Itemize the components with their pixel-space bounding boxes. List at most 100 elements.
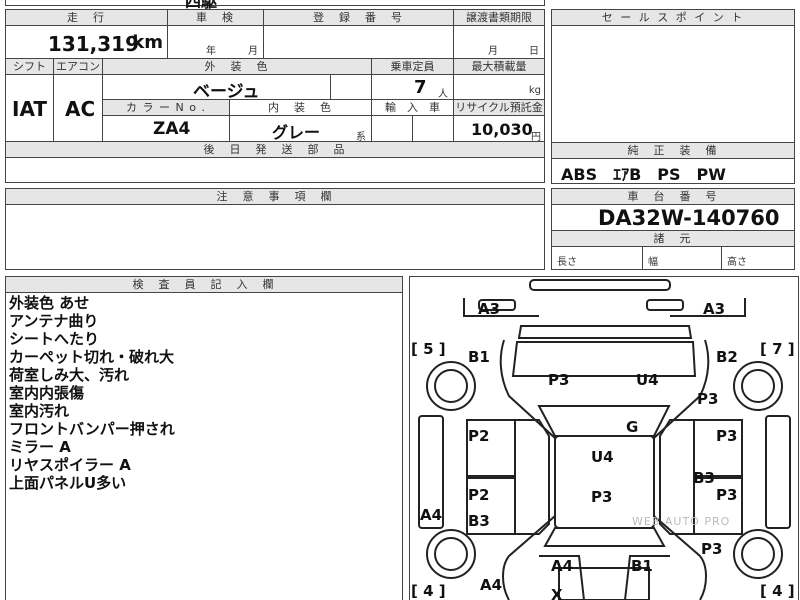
inspector-note: 室内内張傷 (9, 384, 85, 402)
inspector-note: リヤスポイラー A (9, 456, 131, 474)
chassis-value: DA32W-140760 (598, 206, 780, 230)
damage-mark: G (626, 418, 639, 436)
damage-mark: P3 (716, 427, 738, 445)
damage-mark: B2 (716, 348, 738, 366)
import-cell-1 (371, 115, 413, 142)
transfer-cell: 月 日 (453, 25, 545, 59)
damage-mark: U4 (636, 371, 659, 389)
exterior-color-header: 外 装 色 (102, 58, 372, 75)
sales-point-cell (551, 25, 795, 143)
damage-mark: A4 (480, 576, 503, 594)
damage-mark: A3 (478, 300, 501, 318)
inspector-note: カーペット切れ・破れ大 (9, 348, 175, 366)
tire-bracket: [ 5 ] (411, 340, 446, 358)
damage-mark: X (551, 586, 563, 600)
damage-mark: P3 (697, 390, 719, 408)
equipment-header: 純 正 装 備 (551, 142, 795, 159)
import-header: 輸 入 車 (371, 99, 454, 116)
shift-value: IAT (12, 97, 48, 121)
transfer-day: 日 (529, 46, 539, 57)
tire-bracket: [ 4 ] (411, 582, 446, 600)
exterior-color-cell: ベージュ (102, 74, 331, 102)
interior-color-cell: グレー 系 (229, 115, 372, 143)
aircon-value: AC (65, 97, 96, 121)
max-load-cell: kg (453, 74, 545, 100)
mileage-value: 131,319 (47, 32, 139, 56)
shift-cell: IAT (5, 74, 54, 142)
chassis-cell: DA32W-140760 (551, 204, 795, 231)
color-no-cell: ZA4 (102, 115, 230, 142)
inspector-note: シートへたり (9, 330, 100, 348)
transfer-month: 月 (488, 46, 498, 57)
dimensions-height-cell: 高さ (721, 246, 795, 270)
tire-bracket: [ 7 ] (760, 340, 795, 358)
watermark: WEB AUTO PRO (632, 515, 731, 528)
registration-header: 登 録 番 号 (263, 9, 454, 26)
inspector-header: 検 査 員 記 入 欄 (5, 276, 403, 293)
damage-mark: P3 (591, 488, 613, 506)
capacity-value: 7 (414, 77, 427, 98)
later-parts-header: 後 日 発 送 部 品 (5, 141, 545, 158)
equipment-value: ABS ｴｱB PS PW (561, 165, 726, 184)
damage-mark: A4 (420, 506, 443, 524)
inspector-cell: 外装色 あせ アンテナ曲り シートへたり カーペット切れ・破れ大 荷室しみ大、汚… (5, 292, 403, 600)
later-parts-cell (5, 157, 545, 183)
dimensions-header: 諸 元 (551, 230, 795, 247)
transfer-header: 譲渡書類期限 (453, 9, 545, 26)
damage-mark: P2 (468, 427, 490, 445)
recycle-cell: 10,030 円 (453, 115, 545, 143)
capacity-cell: 7 人 (371, 74, 454, 100)
shaken-year: 年 (206, 46, 216, 57)
aircon-cell: AC (53, 74, 103, 142)
inspector-note: フロントバンパー押され (9, 420, 175, 438)
damage-mark: B3 (693, 469, 715, 487)
capacity-unit: 人 (438, 89, 448, 100)
shaken-header: 車 検 (167, 9, 264, 26)
dimensions-width-cell: 幅 (642, 246, 722, 270)
inspector-note: ミラー A (9, 438, 71, 456)
damage-mark: P3 (548, 371, 570, 389)
damage-mark: B1 (631, 557, 653, 575)
damage-mark: A3 (703, 300, 726, 318)
recycle-header: リサイクル預託金 (453, 99, 545, 116)
inspector-note: 上面パネルU多い (9, 474, 127, 492)
damage-mark: P2 (468, 486, 490, 504)
caution-cell (5, 204, 545, 270)
equipment-cell: ABS ｴｱB PS PW (551, 158, 795, 184)
capacity-header: 乗車定員 (371, 58, 454, 75)
mileage-header: 走 行 (5, 9, 168, 26)
inspector-note: 室内汚れ (9, 402, 70, 420)
mileage-cell: 131,319 km (5, 25, 168, 59)
damage-mark: U4 (591, 448, 614, 466)
color-no-header: カ ラ ー N o . (102, 99, 230, 116)
damage-mark: P3 (716, 486, 738, 504)
import-cell-2 (412, 115, 454, 142)
top-cut-row (5, 0, 545, 6)
dimensions-height: 高さ (727, 257, 747, 268)
dimensions-length: 長さ (557, 257, 577, 268)
dimensions-width: 幅 (648, 257, 658, 268)
damage-mark: A4 (551, 557, 574, 575)
sales-point-header: セ ー ル ス ポ イ ン ト (551, 9, 795, 26)
caution-header: 注 意 事 項 欄 (5, 188, 545, 205)
inspector-note: 荷室しみ大、汚れ (9, 366, 130, 384)
chassis-header: 車 台 番 号 (551, 188, 795, 205)
shaken-month: 月 (248, 46, 258, 57)
max-load-header: 最大積載量 (453, 58, 545, 75)
shift-header: シフト (5, 58, 54, 75)
inspector-note: 外装色 あせ (9, 294, 90, 312)
max-load-unit: kg (528, 85, 541, 96)
interior-color-header: 内 装 色 (229, 99, 372, 116)
mileage-unit: km (132, 32, 163, 53)
damage-mark: B3 (468, 512, 490, 530)
inspector-note: アンテナ曲り (9, 312, 99, 330)
shaken-cell: 年 月 (167, 25, 264, 59)
recycle-value: 10,030 (471, 120, 533, 139)
damage-mark: P3 (701, 540, 723, 558)
aircon-header: エアコン (53, 58, 103, 75)
tire-bracket: [ 4 ] (760, 582, 795, 600)
inspector-notes: 外装色 あせ アンテナ曲り シートへたり カーペット切れ・破れ大 荷室しみ大、汚… (9, 294, 175, 492)
dimensions-length-cell: 長さ (551, 246, 643, 270)
exterior-color-extra (330, 74, 372, 100)
damage-mark: B1 (468, 348, 490, 366)
